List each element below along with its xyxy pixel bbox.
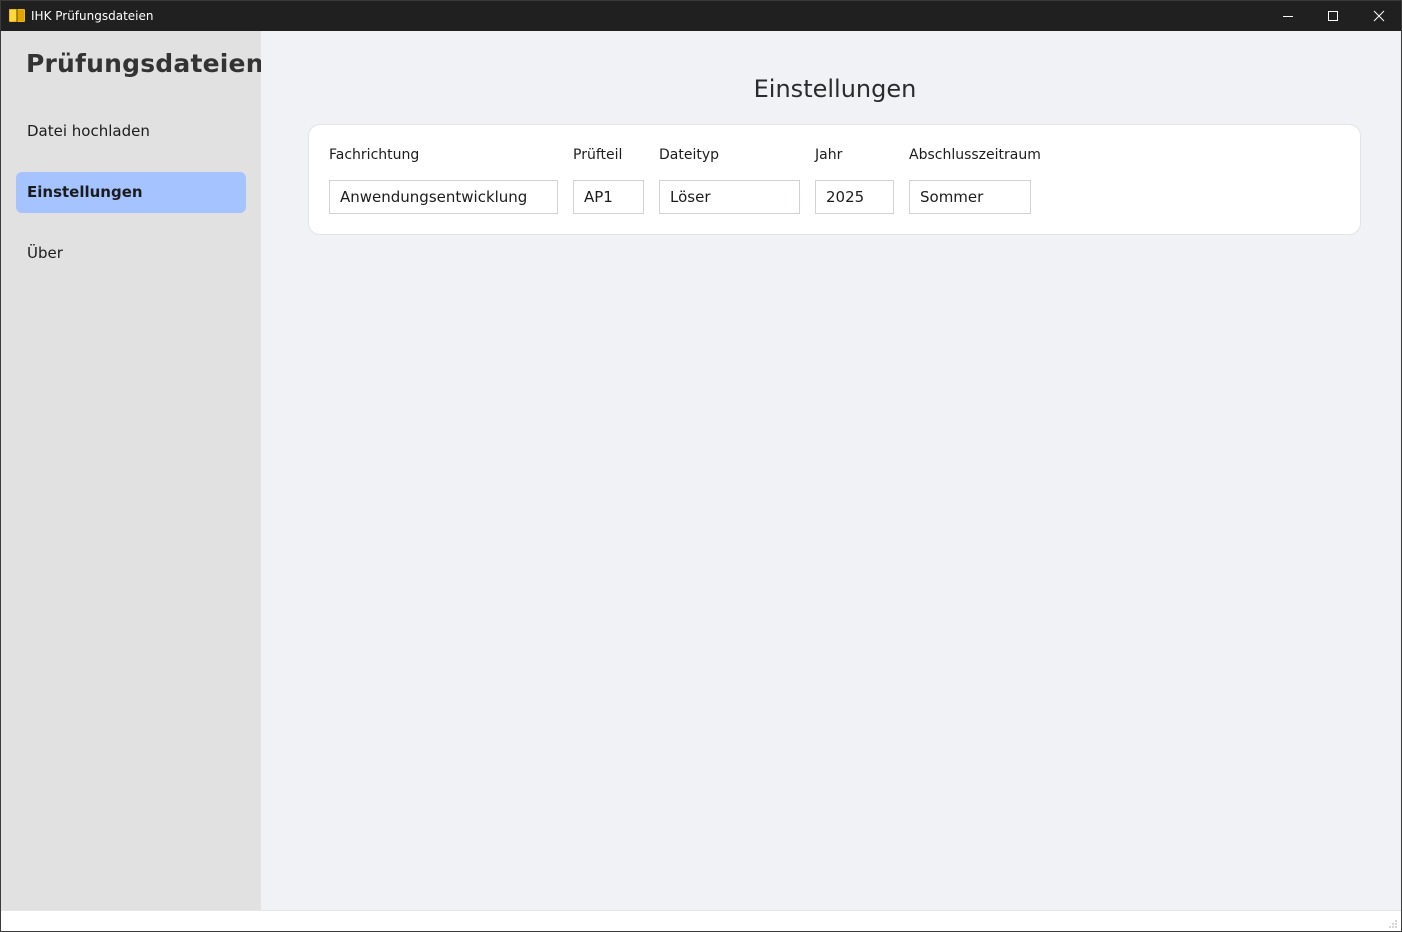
folder-icon (9, 9, 25, 22)
sidebar-item-settings[interactable]: Einstellungen (16, 172, 246, 213)
main-content: Einstellungen Fachrichtung Anwendungsent… (261, 31, 1401, 910)
jahr-label: Jahr (815, 147, 843, 163)
pruefteil-label: Prüfteil (573, 147, 623, 163)
abschlusszeitraum-field[interactable]: Sommer (909, 180, 1031, 214)
sidebar: Prüfungsdateien Datei hochladen Einstell… (1, 31, 264, 910)
title-bar[interactable]: IHK Prüfungsdateien (1, 1, 1401, 31)
resize-grip-icon[interactable] (1389, 920, 1397, 928)
fachrichtung-label: Fachrichtung (329, 147, 420, 163)
minimize-icon (1283, 16, 1293, 17)
dateityp-label: Dateityp (659, 147, 720, 163)
jahr-field[interactable]: 2025 (815, 180, 894, 214)
dateityp-field[interactable]: Löser (659, 180, 800, 214)
pruefteil-field[interactable]: AP1 (573, 180, 644, 214)
page-title: Einstellungen (753, 75, 917, 103)
abschlusszeitraum-label: Abschlusszeitraum (909, 147, 1041, 163)
maximize-icon (1328, 11, 1338, 21)
sidebar-item-about[interactable]: Über (16, 233, 246, 274)
settings-card: Fachrichtung Anwendungsentwicklung Prüft… (308, 124, 1361, 235)
sidebar-title: Prüfungsdateien (26, 49, 264, 78)
window-title: IHK Prüfungsdateien (31, 9, 154, 23)
sidebar-item-upload[interactable]: Datei hochladen (16, 111, 246, 152)
status-bar (1, 910, 1401, 931)
close-button[interactable] (1356, 1, 1402, 31)
maximize-button[interactable] (1310, 1, 1356, 31)
fachrichtung-field[interactable]: Anwendungsentwicklung (329, 180, 558, 214)
close-icon (1373, 10, 1385, 22)
app-window: IHK Prüfungsdateien Prüfungsdateien Date… (0, 0, 1402, 932)
minimize-button[interactable] (1265, 1, 1311, 31)
